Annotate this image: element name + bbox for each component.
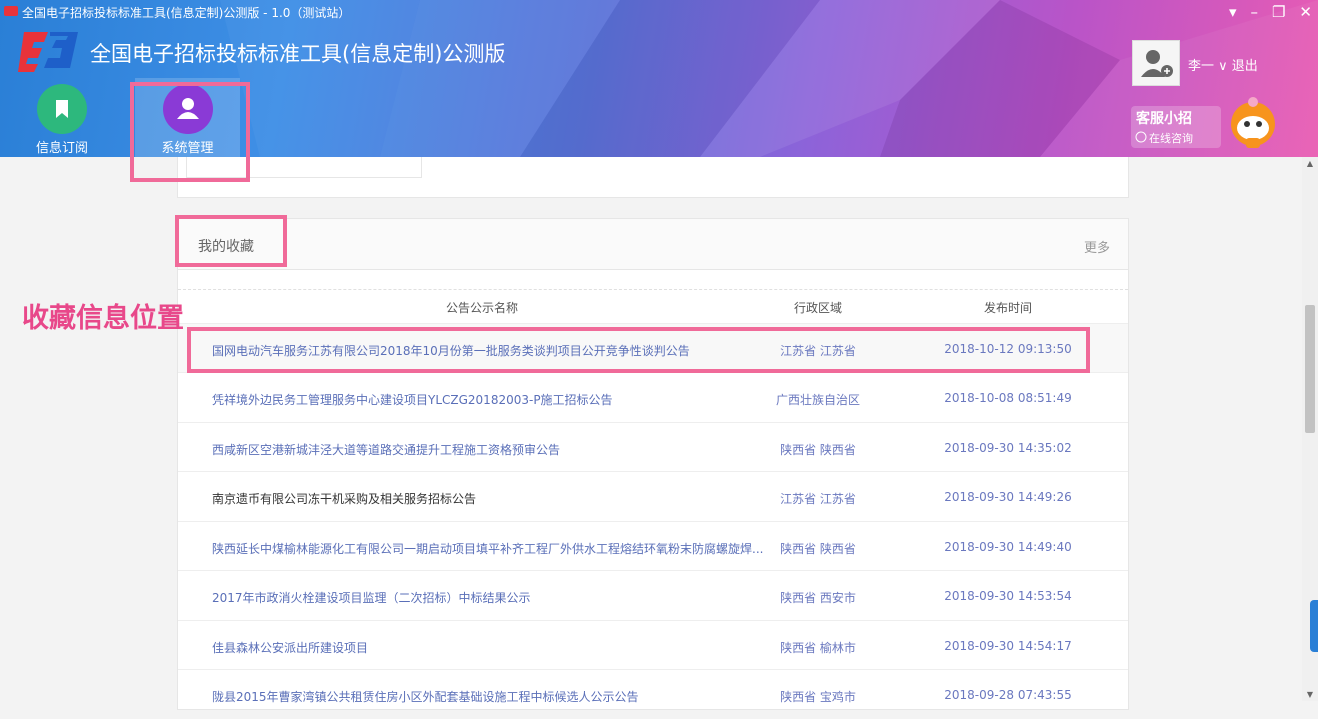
table-row[interactable]: 凭祥境外边民务工管理服务中心建设项目YLCZG20182003-P施工招标公告 …: [178, 372, 1128, 422]
side-widget-tab[interactable]: [1310, 600, 1318, 652]
nav-system-label: 系统管理: [161, 141, 214, 156]
table-row[interactable]: 西咸新区空港新城沣泾大道等道路交通提升工程施工资格预审公告 陕西省 陕西省 20…: [178, 422, 1128, 472]
column-header-region: 行政区域: [793, 301, 842, 315]
favorites-panel: 我的收藏 更多 公告公示名称 行政区域 发布时间 国网电动汽车服务江苏有限公司2…: [177, 218, 1129, 710]
row-region: 陕西省 宝鸡市: [780, 690, 856, 704]
bookmark-icon: [37, 84, 87, 134]
logo-icon: [18, 32, 78, 72]
row-time: 2018-09-30 14:49:40: [944, 540, 1072, 554]
table-row[interactable]: 陕西延长中煤榆林能源化工有限公司一期启动项目填平补齐工程厂外供水工程熔结环氧粉末…: [178, 521, 1128, 571]
row-region: 广西壮族自治区: [775, 393, 860, 407]
row-time: 2018-09-30 14:35:02: [944, 441, 1072, 455]
app-title: 全国电子招标投标标准工具(信息定制)公测版: [90, 42, 506, 66]
row-name[interactable]: 佳县森林公安派出所建设项目: [212, 639, 772, 656]
previous-panel: [177, 157, 1129, 198]
user-menu[interactable]: 李一 ∨ 退出: [1188, 55, 1258, 74]
row-name[interactable]: 国网电动汽车服务江苏有限公司2018年10月份第一批服务类谈判项目公开竞争性谈判…: [212, 342, 772, 359]
scroll-up-icon[interactable]: ▲: [1302, 159, 1318, 168]
window-controls: ▾ – ❐ ✕: [1229, 2, 1312, 22]
nav-system-management[interactable]: 系统管理: [135, 78, 240, 157]
row-region: 江苏省 江苏省: [780, 492, 856, 506]
row-time: 2018-09-30 14:54:17: [944, 639, 1072, 653]
table-row[interactable]: 国网电动汽车服务江苏有限公司2018年10月份第一批服务类谈判项目公开竞争性谈判…: [178, 323, 1128, 373]
row-time: 2018-09-28 07:43:55: [944, 688, 1072, 702]
table-row[interactable]: 南京遗币有限公司冻干机采购及相关服务招标公告 江苏省 江苏省 2018-09-3…: [178, 471, 1128, 521]
mascot-icon[interactable]: [1224, 94, 1282, 154]
previous-panel-inner: [186, 157, 422, 178]
scroll-down-icon[interactable]: ▼: [1302, 690, 1318, 699]
scroll-thumb[interactable]: [1305, 305, 1315, 433]
table-row[interactable]: 2017年市政消火栓建设项目监理（二次招标）中标结果公示 陕西省 西安市 201…: [178, 570, 1128, 620]
chat-icon: [1135, 131, 1147, 143]
table-row[interactable]: 陇县2015年曹家湾镇公共租赁住房小区外配套基础设施工程中标候选人公示公告 陕西…: [178, 669, 1128, 719]
close-button[interactable]: ✕: [1299, 2, 1312, 22]
row-name[interactable]: 凭祥境外边民务工管理服务中心建设项目YLCZG20182003-P施工招标公告: [212, 391, 772, 408]
row-time: 2018-10-08 08:51:49: [944, 391, 1072, 405]
menu-dropdown-icon[interactable]: ▾: [1229, 2, 1237, 22]
minimize-button[interactable]: –: [1250, 2, 1258, 22]
app-header: 全国电子招标投标标准工具(信息定制)公测版 - 1.0（测试站） ▾ – ❐ ✕…: [0, 0, 1318, 157]
row-time: 2018-10-12 09:13:50: [944, 342, 1072, 356]
window-title: 全国电子招标投标标准工具(信息定制)公测版 - 1.0（测试站）: [22, 6, 351, 20]
cs-title: 客服小招: [1136, 111, 1192, 127]
row-region: 陕西省 榆林市: [780, 641, 856, 655]
nav-info-subscription[interactable]: 信息订阅: [17, 84, 107, 156]
row-time: 2018-09-30 14:49:26: [944, 490, 1072, 504]
customer-service-button[interactable]: 客服小招 在线咨询: [1131, 106, 1221, 148]
row-name[interactable]: 西咸新区空港新城沣泾大道等道路交通提升工程施工资格预审公告: [212, 441, 772, 458]
row-region: 陕西省 西安市: [780, 591, 856, 605]
column-header-name: 公告公示名称: [445, 301, 518, 315]
table-row[interactable]: 佳县森林公安派出所建设项目 陕西省 榆林市 2018-09-30 14:54:1…: [178, 620, 1128, 670]
more-link[interactable]: 更多: [1084, 237, 1110, 256]
row-name[interactable]: 陕西延长中煤榆林能源化工有限公司一期启动项目填平补齐工程厂外供水工程熔结环氧粉末…: [212, 540, 772, 557]
favorites-title: 我的收藏: [198, 239, 254, 255]
row-name[interactable]: 2017年市政消火栓建设项目监理（二次招标）中标结果公示: [212, 589, 772, 606]
restore-button[interactable]: ❐: [1272, 2, 1285, 22]
row-region: 陕西省 陕西省: [780, 443, 856, 457]
titlebar-logo-icon: [4, 6, 18, 16]
row-region: 陕西省 陕西省: [780, 542, 856, 556]
cs-subtitle: 在线咨询: [1149, 132, 1193, 145]
user-icon: [162, 84, 213, 134]
row-name[interactable]: 南京遗币有限公司冻干机采购及相关服务招标公告: [212, 490, 772, 507]
nav-info-label: 信息订阅: [35, 141, 88, 156]
row-name[interactable]: 陇县2015年曹家湾镇公共租赁住房小区外配套基础设施工程中标候选人公示公告: [212, 688, 772, 705]
column-header-time: 发布时间: [983, 301, 1032, 315]
table-header: 公告公示名称 行政区域 发布时间: [178, 289, 1128, 324]
favorites-header: 我的收藏 更多: [178, 219, 1128, 270]
row-region: 江苏省 江苏省: [780, 344, 856, 358]
row-time: 2018-09-30 14:53:54: [944, 589, 1072, 603]
annotation-label: 收藏信息位置: [22, 303, 184, 334]
avatar-icon[interactable]: [1132, 40, 1180, 86]
